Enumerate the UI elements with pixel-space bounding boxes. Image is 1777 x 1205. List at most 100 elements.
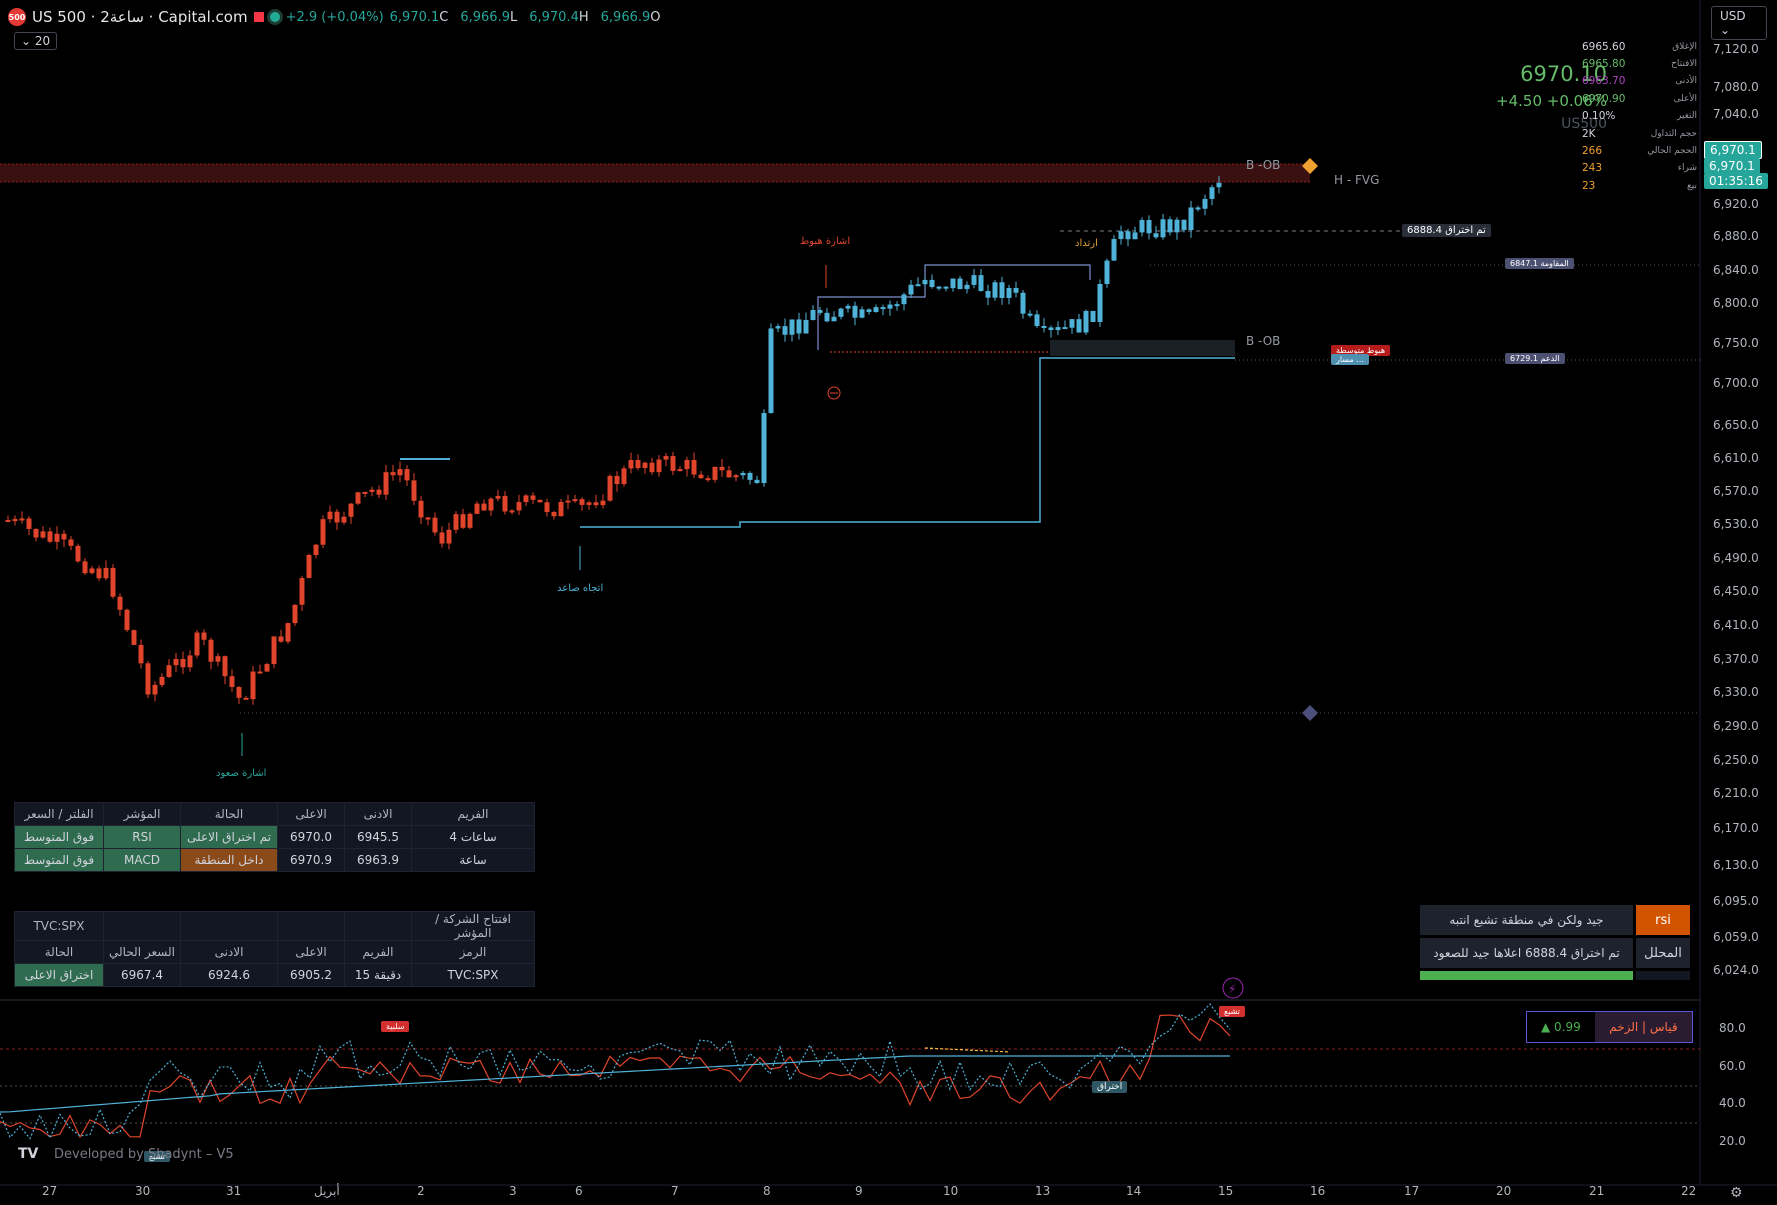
current-price-badge: 6,970.1 <box>1704 158 1760 174</box>
tradingview-logo-icon[interactable]: TV <box>18 1146 46 1162</box>
b-ob-mid-label: B -OB <box>1246 334 1281 348</box>
candle-body <box>103 567 109 579</box>
candle-body <box>859 309 865 318</box>
stat-key: بيع <box>1686 180 1697 191</box>
gauge-value: ▲ 0.99 <box>1541 1020 1581 1034</box>
candle-body <box>957 278 963 290</box>
rsi-signal-line <box>0 1014 1231 1139</box>
candle-body <box>649 462 655 473</box>
candle-body <box>159 676 165 685</box>
candle-body <box>901 294 907 305</box>
stat-row: 6970.90 الأعلى <box>1582 90 1697 107</box>
candle-body <box>747 472 753 480</box>
table-title: افتتاح الشركة / المؤشر <box>411 911 535 941</box>
time-tick: 10 <box>943 1184 959 1198</box>
candle-body <box>257 671 263 674</box>
price-tick: 6,410.0 <box>1713 618 1759 632</box>
candle-body <box>887 304 893 309</box>
candle-body <box>369 489 375 492</box>
table-cell: 6905.2 <box>277 963 345 987</box>
candle-body <box>831 316 837 322</box>
symbol-logo-icon[interactable]: 500 <box>8 8 26 26</box>
candle-body <box>656 459 662 473</box>
stat-value: 6970.90 <box>1582 92 1626 105</box>
candle-body <box>145 663 151 695</box>
candle-body <box>5 520 11 522</box>
candle-body <box>593 502 599 506</box>
time-tick: 8 <box>763 1184 771 1198</box>
breakout-tag: 6888.4 تم اختراق <box>1402 224 1491 237</box>
candle-body <box>68 539 74 546</box>
candle-body <box>908 284 914 295</box>
candle-body <box>1153 233 1159 238</box>
candle-body <box>740 472 746 476</box>
candle-body <box>26 518 32 529</box>
stat-key: الأعلى <box>1673 93 1697 104</box>
price-tick: 6,024.0 <box>1713 963 1759 977</box>
price-tick: 6,059.0 <box>1713 930 1759 944</box>
candle-body <box>810 310 816 320</box>
candle-body <box>565 500 571 503</box>
table-row: اختراق الاعلى 6967.4 6924.6 6905.2 15 دقيقة T… <box>14 963 535 987</box>
price-tick: 6,170.0 <box>1713 821 1759 835</box>
market-status-icon[interactable] <box>269 12 280 22</box>
symbol-title[interactable]: US 500 · 2ساعة · Capital.com <box>32 8 248 26</box>
candle-body <box>383 472 389 495</box>
diamond-blue-icon[interactable] <box>1302 705 1318 721</box>
stat-key: التغير <box>1677 111 1697 122</box>
candle-body <box>642 462 648 469</box>
candle-body <box>614 475 620 485</box>
interval-toggle[interactable]: ⌄ 20 <box>14 32 58 50</box>
candle-body <box>47 531 53 542</box>
time-tick: 6 <box>575 1184 583 1198</box>
time-tick: 3 <box>509 1184 517 1198</box>
stat-value: 266 <box>1582 145 1603 158</box>
stat-row: 6965.60 الإغلاق <box>1582 38 1697 55</box>
stat-key: الافتتاح <box>1671 59 1697 70</box>
price-tick: 6,650.0 <box>1713 418 1759 432</box>
price-tick: 6,920.0 <box>1713 197 1759 211</box>
table-cell: ساعة <box>411 848 535 872</box>
stat-value: 6965.60 <box>1582 40 1626 53</box>
time-tick: 21 <box>1589 1184 1605 1198</box>
price-tick: 6,095.0 <box>1713 894 1759 908</box>
table-cell: 6945.5 <box>344 825 412 849</box>
range-box <box>817 264 1091 350</box>
candle-body <box>180 658 186 668</box>
candle-body <box>992 282 998 298</box>
candle-body <box>1097 283 1103 322</box>
candle-body <box>733 475 739 478</box>
candle-body <box>803 319 809 334</box>
candle-body <box>950 278 956 289</box>
candle-body <box>1013 287 1019 293</box>
candle-body <box>110 567 116 597</box>
candle-body <box>915 284 921 287</box>
chart-canvas[interactable]: ⚡ <box>0 0 1777 1205</box>
candle-body <box>1048 327 1054 331</box>
candle-body <box>397 469 403 476</box>
time-tick: أبريل <box>314 1184 340 1198</box>
price-tick: 6,370.0 <box>1713 652 1759 666</box>
settings-gear-icon[interactable]: ⚙ <box>1730 1185 1743 1201</box>
saturation-tag: تشبع <box>1219 1006 1246 1017</box>
candle-body <box>754 479 760 484</box>
currency-select[interactable]: USD ⌄ <box>1711 6 1767 40</box>
candle-body <box>61 533 67 540</box>
flag-icon[interactable] <box>253 12 264 22</box>
candle-body <box>1125 231 1131 240</box>
candle-body <box>873 307 879 312</box>
candle-body <box>1069 319 1075 328</box>
table-cell: تم اختراق الاعلى <box>180 825 278 849</box>
table-cell: 6963.9 <box>344 848 412 872</box>
price-tick: 6,800.0 <box>1713 296 1759 310</box>
candle-body <box>432 517 438 533</box>
candle-body <box>96 568 102 579</box>
candle-body <box>789 319 795 335</box>
candle-body <box>866 309 872 312</box>
stat-key: حجم التداول <box>1650 128 1697 139</box>
table-header: الادنى <box>344 802 412 826</box>
price-tick: 6,490.0 <box>1713 551 1759 565</box>
table-cell: 6924.6 <box>180 963 278 987</box>
candle-body <box>166 665 172 677</box>
candle-body <box>985 291 991 298</box>
